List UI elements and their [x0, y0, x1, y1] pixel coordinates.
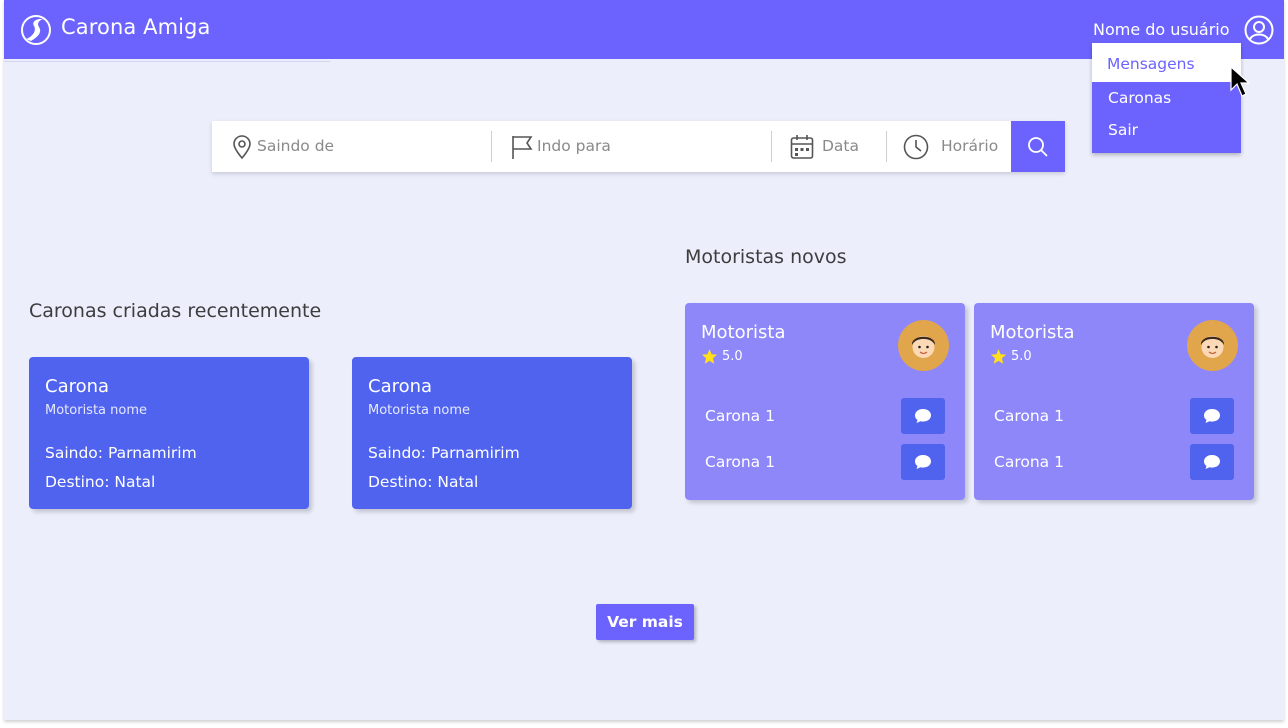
menu-item-sair[interactable]: Sair	[1092, 121, 1241, 139]
chat-bubble-icon	[915, 409, 931, 423]
driver-ride-label: Carona 1	[705, 407, 775, 425]
driver-rating: 5.0	[722, 349, 743, 364]
ride-title: Carona	[45, 376, 110, 397]
ride-destination: Destino: Natal	[368, 473, 479, 491]
clock-icon	[903, 134, 929, 160]
mouse-cursor-icon	[1230, 66, 1251, 97]
chat-button[interactable]	[901, 398, 945, 434]
user-circle-icon[interactable]	[1244, 15, 1274, 45]
menu-item-caronas[interactable]: Caronas	[1092, 89, 1241, 107]
date-field[interactable]: Data	[772, 121, 886, 172]
driver-ride-label: Carona 1	[705, 453, 775, 471]
chat-bubble-icon	[1204, 455, 1220, 469]
flag-icon	[512, 136, 533, 159]
app-frame: Carona Amiga Nome do usuário Mensagens C…	[4, 0, 1284, 720]
chat-bubble-icon	[1204, 409, 1220, 423]
chat-button[interactable]	[1190, 398, 1234, 434]
destination-placeholder: Indo para	[537, 137, 611, 155]
time-placeholder: Horário	[941, 137, 999, 155]
destination-field[interactable]: Indo para	[492, 121, 772, 172]
ride-driver-name: Motorista nome	[368, 403, 471, 418]
ride-destination: Destino: Natal	[45, 473, 156, 491]
driver-card[interactable]: Motorista 5.0 Carona 1 Carona 1	[685, 303, 965, 500]
see-more-button[interactable]: Ver mais	[596, 604, 694, 640]
ride-origin: Saindo: Parnamirim	[45, 444, 197, 462]
avatar	[898, 320, 949, 371]
road-logo-icon[interactable]	[21, 15, 51, 45]
time-field[interactable]: Horário	[887, 121, 1011, 172]
search-button[interactable]	[1011, 121, 1065, 172]
driver-card[interactable]: Motorista 5.0 Carona 1 Carona 1	[974, 303, 1254, 500]
search-bar: Saindo de Indo para Data Horário	[212, 121, 1065, 172]
origin-field[interactable]: Saindo de	[212, 121, 492, 172]
avatar	[1187, 320, 1238, 371]
chat-bubble-icon	[915, 455, 931, 469]
chat-button[interactable]	[901, 444, 945, 480]
star-icon	[990, 349, 1007, 364]
chat-button[interactable]	[1190, 444, 1234, 480]
driver-name: Motorista	[990, 322, 1075, 343]
ride-driver-name: Motorista nome	[45, 403, 148, 418]
driver-rating: 5.0	[1011, 349, 1032, 364]
ride-title: Carona	[368, 376, 433, 397]
ride-origin: Saindo: Parnamirim	[368, 444, 520, 462]
calendar-icon	[790, 135, 814, 159]
driver-name: Motorista	[701, 322, 786, 343]
user-name[interactable]: Nome do usuário	[1093, 20, 1230, 39]
origin-placeholder: Saindo de	[257, 137, 335, 155]
ride-card[interactable]: Carona Motorista nome Saindo: Parnamirim…	[29, 357, 309, 509]
star-icon	[701, 349, 718, 364]
divider	[4, 61, 330, 62]
user-dropdown-menu: Mensagens Caronas Sair	[1092, 43, 1241, 153]
date-placeholder: Data	[822, 137, 860, 155]
search-icon	[1028, 137, 1048, 157]
brand-name[interactable]: Carona Amiga	[61, 15, 210, 39]
new-drivers-title: Motoristas novos	[685, 246, 847, 268]
map-pin-icon	[233, 135, 251, 160]
ride-card[interactable]: Carona Motorista nome Saindo: Parnamirim…	[352, 357, 632, 509]
driver-ride-label: Carona 1	[994, 407, 1064, 425]
menu-item-mensagens[interactable]: Mensagens	[1092, 43, 1241, 82]
driver-ride-label: Carona 1	[994, 453, 1064, 471]
recent-rides-title: Caronas criadas recentemente	[29, 300, 322, 322]
